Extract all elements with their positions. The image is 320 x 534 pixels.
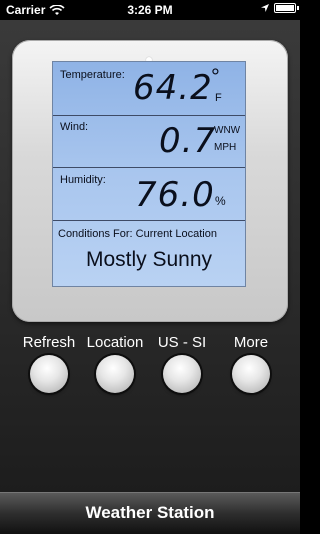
temperature-value: 64.2 [133, 68, 213, 108]
status-time: 3:26 PM [127, 3, 173, 17]
location-label: Location [86, 334, 144, 351]
temperature-label: Temperature: [60, 69, 125, 81]
units-label: US - SI [157, 334, 207, 351]
units-toggle-button[interactable] [163, 355, 201, 393]
humidity-value: 76.0 [135, 175, 215, 215]
humidity-row: Humidity: 76.0 % [53, 167, 245, 221]
conditions-label: Conditions For: Current Location [58, 228, 217, 240]
wind-direction: WNW [214, 125, 241, 136]
battery-icon [274, 3, 299, 13]
refresh-button[interactable] [30, 355, 68, 393]
lcd-display: Temperature: 64.2 ° F Wind: 0.7 WNW MPH … [52, 61, 246, 287]
humidity-label: Humidity: [60, 174, 106, 186]
wind-value: 0.7 [159, 121, 217, 161]
status-bar: Carrier 3:26 PM [0, 0, 300, 20]
bottom-title-bar: Weather Station [0, 492, 300, 534]
degree-symbol: ° [211, 64, 220, 89]
more-label: More [233, 334, 269, 351]
location-button[interactable] [96, 355, 134, 393]
temperature-unit: F [215, 92, 222, 104]
humidity-unit: % [215, 194, 226, 208]
temperature-row: Temperature: 64.2 ° F [53, 62, 245, 116]
refresh-label: Refresh [22, 334, 76, 351]
conditions-value: Mostly Sunny [85, 248, 213, 271]
wind-label: Wind: [60, 121, 89, 133]
status-right [260, 3, 299, 13]
app-title: Weather Station [85, 503, 215, 522]
more-button[interactable] [232, 355, 270, 393]
location-arrow-icon [261, 4, 269, 12]
wind-unit: MPH [214, 142, 237, 153]
wind-row: Wind: 0.7 WNW MPH [53, 115, 245, 168]
